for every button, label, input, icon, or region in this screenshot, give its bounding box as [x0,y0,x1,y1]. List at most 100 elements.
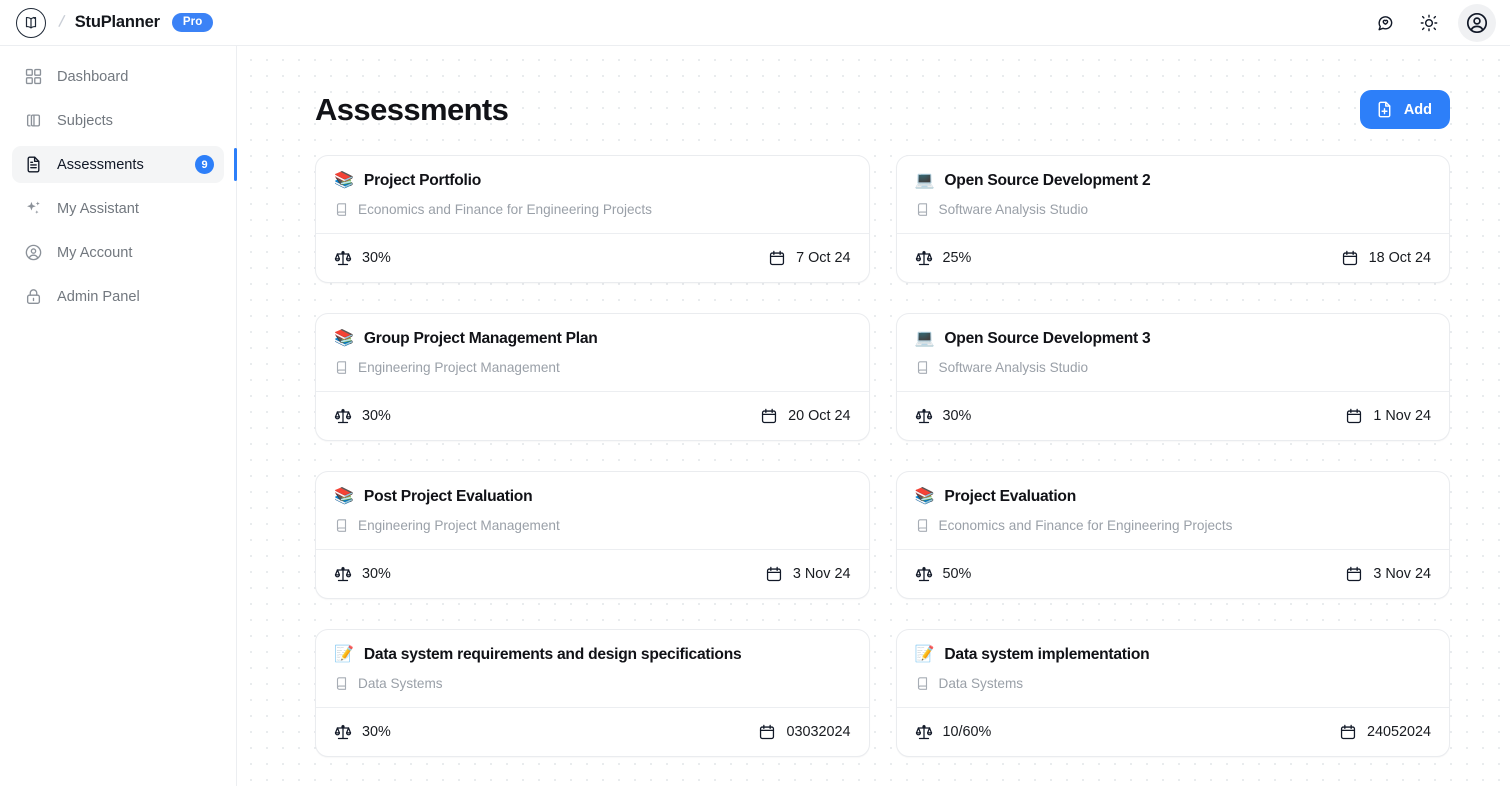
sparkles-icon [24,199,43,218]
card-subject: Data Systems [358,676,443,691]
card-weight-value: 30% [362,566,391,582]
card-due-date: 03032024 [758,723,851,741]
card-weight: 30% [334,723,391,741]
card-weight: 30% [334,565,391,583]
app-shell: Dashboard Subjects Assessments 9 My Assi… [0,46,1510,786]
card-title: Open Source Development 3 [944,330,1151,347]
add-assessment-button[interactable]: Add [1359,90,1450,129]
card-due-date: 3 Nov 24 [1345,565,1431,583]
card-title: Post Project Evaluation [363,488,533,505]
card-subject: Software Analysis Studio [938,360,1089,375]
card-due-date-value: 03032024 [786,724,851,740]
book-icon [915,676,930,691]
card-weight-value: 30% [362,724,391,740]
card-due-date: 24052024 [1339,723,1431,741]
topbar-actions [1370,3,1496,42]
card-title: Project Evaluation [944,488,1076,505]
pro-badge: Pro [171,13,214,32]
brand-separator: / [57,11,66,31]
card-subject-row: Engineering Project Management [334,518,851,549]
card-subject: Software Analysis Studio [938,202,1089,217]
page-title: Assessments [315,91,509,127]
scales-icon [334,249,352,267]
calendar-icon [760,407,778,425]
card-subject-row: Software Analysis Studio [915,360,1432,391]
sidebar-item-my-account[interactable]: My Account [12,234,224,271]
card-footer: 50% 3 Nov 24 [896,549,1449,598]
card-title-row: 📝 Data system implementation [915,646,1432,664]
sidebar-item-label: Assessments [57,156,144,173]
assessment-card[interactable]: 📚 Post Project Evaluation Engineering Pr… [315,471,870,599]
calendar-icon [1339,723,1357,741]
assessment-card[interactable]: 💻 Open Source Development 2 Software Ana… [895,155,1450,283]
lock-icon [24,287,43,306]
card-title-row: 💻 Open Source Development 3 [915,330,1432,348]
assessment-card-grid: 📚 Project Portfolio Economics and Financ… [315,155,1450,757]
calendar-icon [1345,565,1363,583]
scales-icon [334,565,352,583]
card-subject-row: Engineering Project Management [334,360,851,391]
book-icon [334,202,349,217]
book-icon [915,360,930,375]
sidebar-item-assessments[interactable]: Assessments 9 [12,146,237,183]
card-due-date: 7 Oct 24 [768,249,851,267]
document-icon [24,155,43,174]
scales-icon [334,723,352,741]
card-weight: 25% [915,249,972,267]
memo-emoji: 📝 [914,646,935,663]
assessment-card[interactable]: 📝 Data system implementation Data System… [895,629,1450,757]
open-book-logo-icon[interactable] [16,7,46,38]
sidebar-item-subjects[interactable]: Subjects [12,102,224,139]
book-icon [334,518,349,533]
scales-icon [915,723,933,741]
card-subject: Economics and Finance for Engineering Pr… [938,518,1233,533]
page-header: Assessments Add [315,46,1450,155]
card-title-row: 📚 Group Project Management Plan [334,330,851,348]
card-title-row: 💻 Open Source Development 2 [915,172,1432,190]
brand[interactable]: / StuPlanner Pro [16,7,214,38]
card-subject-row: Economics and Finance for Engineering Pr… [915,518,1432,549]
sidebar-item-dashboard[interactable]: Dashboard [12,58,224,95]
book-icon [915,202,930,217]
card-weight-value: 25% [942,250,972,266]
card-weight: 30% [334,407,391,425]
book-icon [334,676,349,691]
card-subject-row: Economics and Finance for Engineering Pr… [334,202,851,233]
card-due-date-value: 3 Nov 24 [1373,566,1431,582]
card-due-date: 18 Oct 24 [1341,249,1431,267]
card-title-row: 📚 Project Portfolio [334,172,851,190]
card-due-date: 20 Oct 24 [760,407,851,425]
card-subject: Data Systems [938,676,1024,691]
card-subject: Economics and Finance for Engineering Pr… [358,202,652,217]
calendar-icon [1345,407,1363,425]
card-footer: 30% 3 Nov 24 [316,549,869,598]
card-due-date-value: 18 Oct 24 [1368,250,1431,266]
memo-emoji: 📝 [334,646,354,663]
sidebar-item-admin-panel[interactable]: Admin Panel [12,278,224,315]
sidebar-item-label: Subjects [57,112,113,129]
assessment-card[interactable]: 📚 Group Project Management Plan Engineer… [315,313,870,441]
card-due-date-value: 24052024 [1366,724,1431,740]
grid-icon [24,67,43,86]
card-title: Project Portfolio [363,172,481,189]
card-weight-value: 30% [362,250,391,266]
card-title: Data system requirements and design spec… [363,646,742,663]
card-footer: 30% 03032024 [316,707,869,756]
books-emoji: 📚 [914,488,935,505]
assessment-card[interactable]: 📚 Project Portfolio Economics and Financ… [315,155,870,283]
feedback-chat-icon[interactable] [1370,8,1400,38]
calendar-icon [768,249,786,267]
assessment-card[interactable]: 📚 Project Evaluation Economics and Finan… [895,471,1450,599]
sidebar-item-my-assistant[interactable]: My Assistant [12,190,224,227]
card-due-date-value: 7 Oct 24 [796,250,851,266]
card-weight: 50% [915,565,971,583]
brand-name: StuPlanner [74,13,160,31]
assessment-card[interactable]: 📝 Data system requirements and design sp… [315,629,870,757]
user-avatar-icon[interactable] [1458,3,1496,42]
card-due-date: 3 Nov 24 [765,565,851,583]
card-weight: 30% [915,407,971,425]
calendar-icon [1341,249,1359,267]
card-weight-value: 30% [362,408,391,424]
assessment-card[interactable]: 💻 Open Source Development 3 Software Ana… [895,313,1450,441]
theme-sun-icon[interactable] [1414,8,1444,38]
